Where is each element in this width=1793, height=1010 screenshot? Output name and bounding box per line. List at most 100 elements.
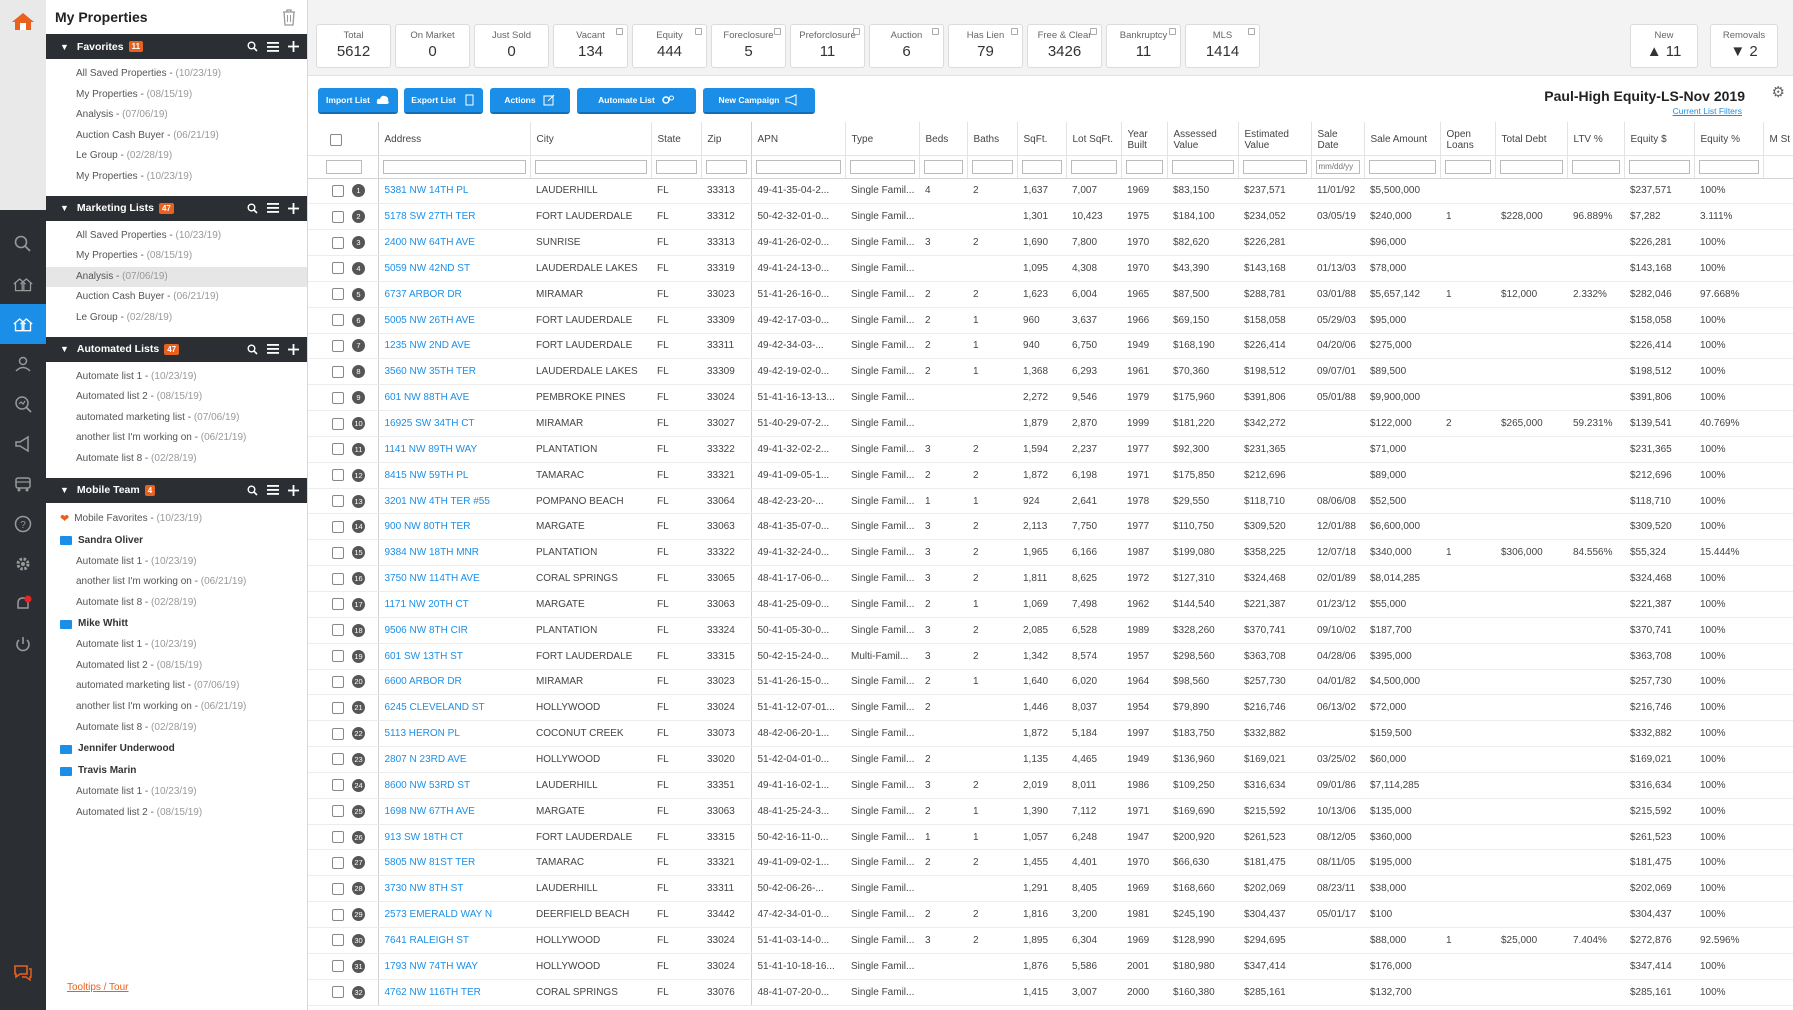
table-row[interactable]: 1 5381 NW 14TH PL LAUDERHILL FL 33313 49-41-3… — [308, 178, 1793, 205]
table-row[interactable]: 32 4762 NW 116TH TER CORAL SPRINGS FL 33076 4… — [308, 979, 1793, 1006]
list-item[interactable]: another list I'm working on - (06/21/19) — [46, 572, 307, 593]
stat-card[interactable]: Vacant 134 — [553, 24, 628, 68]
properties-icon[interactable] — [0, 264, 46, 304]
list-item[interactable]: My Properties - (08/15/19) — [46, 246, 307, 267]
chevron-down-icon[interactable]: ▼ — [60, 42, 69, 52]
address-link[interactable]: 6600 ARBOR DR — [378, 669, 530, 696]
section-header-favorites[interactable]: ▼ Favorites 11 — [46, 34, 307, 59]
row-checkbox[interactable] — [332, 339, 344, 352]
stat-card[interactable]: Foreclosure 5 — [711, 24, 786, 68]
column-header[interactable]: Beds — [919, 122, 968, 156]
stat-card[interactable]: Free & Clear 3426 — [1027, 24, 1102, 68]
external-link-icon[interactable] — [1248, 28, 1255, 35]
external-link-icon[interactable] — [616, 28, 623, 35]
search-icon[interactable] — [247, 344, 258, 355]
list-item[interactable]: Automate list 8 - (02/28/19) — [46, 718, 307, 739]
list-item[interactable]: My Properties - (08/15/19) — [46, 85, 307, 106]
table-row[interactable]: 29 2573 EMERALD WAY N DEERFIELD BEACH FL 334… — [308, 901, 1793, 928]
list-item[interactable]: another list I'm working on - (06/21/19) — [46, 428, 307, 449]
list-item[interactable]: Automate list 8 - (02/28/19) — [46, 449, 307, 470]
list-item[interactable]: Automate list 1 - (10/23/19) — [46, 367, 307, 388]
row-checkbox[interactable] — [332, 753, 344, 766]
row-checkbox[interactable] — [332, 727, 344, 740]
export-list-button[interactable]: Export List — [404, 88, 483, 114]
table-row[interactable]: 13 3201 NW 4TH TER #55 POMPANO BEACH FL 3306… — [308, 488, 1793, 515]
stat-card[interactable]: On Market 0 — [395, 24, 470, 68]
list-item[interactable]: Auction Cash Buyer - (06/21/19) — [46, 126, 307, 147]
current-list-filters-link[interactable]: Current List Filters — [1673, 106, 1742, 116]
add-icon[interactable] — [288, 41, 299, 52]
column-header[interactable]: City — [530, 122, 652, 156]
row-checkbox[interactable] — [332, 365, 344, 378]
row-checkbox[interactable] — [332, 391, 344, 404]
filter-input-year-built[interactable] — [1125, 159, 1163, 174]
table-row[interactable]: 19 601 SW 13TH ST FORT LAUDERDALE FL 33315 50… — [308, 643, 1793, 670]
table-row[interactable]: 27 5805 NW 81ST TER TAMARAC FL 33321 49-41-09… — [308, 849, 1793, 877]
table-row[interactable]: 14 900 NW 80TH TER MARGATE FL 33063 48-41-35-… — [308, 513, 1793, 541]
actions-button[interactable]: Actions — [490, 88, 570, 114]
filter-input-assessed-value[interactable] — [1171, 159, 1234, 174]
search-icon[interactable] — [247, 203, 258, 214]
row-checkbox[interactable] — [332, 210, 344, 223]
filter-input-beds[interactable] — [923, 159, 963, 174]
address-link[interactable]: 7641 RALEIGH ST — [378, 927, 530, 954]
menu-icon[interactable] — [267, 344, 279, 354]
column-header[interactable]: Type — [845, 122, 920, 156]
address-link[interactable]: 3730 NW 8TH ST — [378, 875, 530, 903]
row-checkbox[interactable] — [332, 856, 344, 869]
address-link[interactable]: 6245 CLEVELAND ST — [378, 694, 530, 722]
table-row[interactable]: 23 2807 N 23RD AVE HOLLYWOOD FL 33020 51-42-0… — [308, 746, 1793, 773]
external-link-icon[interactable] — [1090, 28, 1097, 35]
address-link[interactable]: 4762 NW 116TH TER — [378, 979, 530, 1006]
column-header[interactable]: Lot SqFt. — [1066, 122, 1122, 156]
column-header[interactable]: Assessed Value — [1167, 122, 1239, 156]
filter-input[interactable] — [326, 159, 362, 174]
table-row[interactable]: 5 6737 ARBOR DR MIRAMAR FL 33023 51-41-26-16-… — [308, 281, 1793, 308]
row-checkbox[interactable] — [332, 262, 344, 275]
row-checkbox[interactable] — [332, 701, 344, 714]
address-link[interactable]: 8600 NW 53RD ST — [378, 772, 530, 799]
address-link[interactable]: 5113 HERON PL — [378, 720, 530, 748]
team-member-folder[interactable]: Travis Marin — [46, 760, 307, 782]
address-link[interactable]: 3201 NW 4TH TER #55 — [378, 488, 530, 515]
row-checkbox[interactable] — [332, 288, 344, 301]
table-row[interactable]: 18 9506 NW 8TH CIR PLANTATION FL 33324 50-41-… — [308, 617, 1793, 644]
row-checkbox[interactable] — [332, 469, 344, 482]
address-link[interactable]: 1793 NW 74TH WAY — [378, 953, 530, 980]
address-link[interactable]: 1171 NW 20TH CT — [378, 591, 530, 618]
list-item[interactable]: Auction Cash Buyer - (06/21/19) — [46, 287, 307, 308]
filter-input-ltv-[interactable] — [1571, 159, 1620, 174]
table-row[interactable]: 11 1141 NW 89TH WAY PLANTATION FL 33322 49-41… — [308, 436, 1793, 463]
search-icon[interactable] — [0, 224, 46, 264]
row-checkbox[interactable] — [332, 624, 344, 637]
row-checkbox[interactable] — [332, 314, 344, 327]
row-checkbox[interactable] — [332, 675, 344, 688]
list-item[interactable]: Automate list 1 - (10/23/19) — [46, 552, 307, 573]
stat-card[interactable]: Equity 444 — [632, 24, 707, 68]
column-header[interactable]: LTV % — [1567, 122, 1625, 156]
table-row[interactable]: 30 7641 RALEIGH ST HOLLYWOOD FL 33024 51-41-0… — [308, 927, 1793, 954]
stat-card[interactable]: Has Lien 79 — [948, 24, 1023, 68]
filter-input-type[interactable] — [849, 159, 915, 174]
chevron-down-icon[interactable]: ▼ — [60, 485, 69, 495]
column-header[interactable]: Open Loans — [1440, 122, 1496, 156]
row-checkbox[interactable] — [332, 986, 344, 999]
mobile-favorites-item[interactable]: ❤ Mobile Favorites - (10/23/19) — [46, 508, 307, 530]
new-campaign-button[interactable]: New Campaign — [703, 88, 815, 114]
settings-gear-icon[interactable] — [0, 544, 46, 584]
row-checkbox[interactable] — [332, 417, 344, 430]
stat-removals[interactable]: Removals ▼ 2 — [1710, 24, 1778, 68]
row-checkbox[interactable] — [332, 236, 344, 249]
list-item[interactable]: Automate list 1 - (10/23/19) — [46, 782, 307, 803]
table-row[interactable]: 24 8600 NW 53RD ST LAUDERHILL FL 33351 49-41-… — [308, 772, 1793, 799]
row-checkbox[interactable] — [332, 908, 344, 921]
filter-input-city[interactable] — [534, 159, 647, 174]
table-row[interactable]: 20 6600 ARBOR DR MIRAMAR FL 33023 51-41-26-15… — [308, 669, 1793, 696]
address-link[interactable]: 5005 NW 26TH AVE — [378, 307, 530, 334]
filter-input-sale-amount[interactable] — [1368, 159, 1436, 174]
filter-input-total-debt[interactable] — [1499, 159, 1563, 174]
stat-card[interactable]: Just Sold 0 — [474, 24, 549, 68]
list-item[interactable]: My Properties - (10/23/19) — [46, 167, 307, 188]
address-link[interactable]: 601 NW 88TH AVE — [378, 384, 530, 412]
address-link[interactable]: 1141 NW 89TH WAY — [378, 436, 530, 463]
